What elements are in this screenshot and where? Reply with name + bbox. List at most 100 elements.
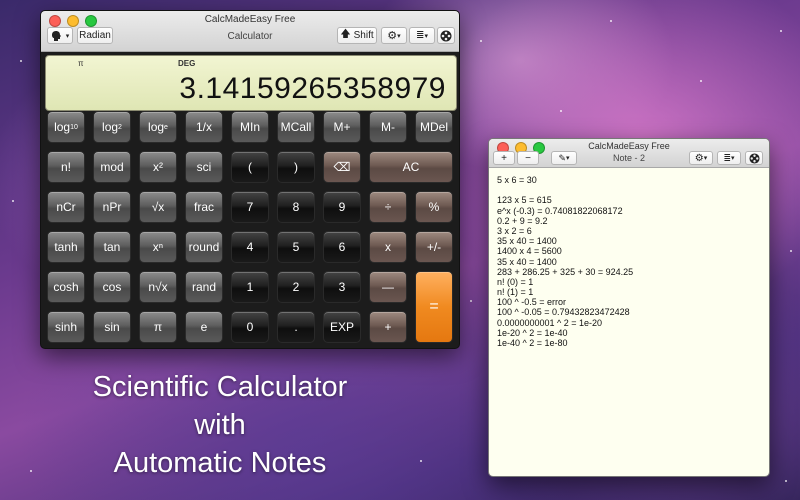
sqrt-key[interactable]: √x	[139, 191, 177, 223]
note-line: 1400 x 4 = 5600	[497, 246, 562, 257]
ncr-key[interactable]: nCr	[47, 191, 85, 223]
list-menu-button[interactable]: ≣ ▾	[409, 27, 435, 44]
exp-key[interactable]: EXP	[323, 311, 361, 343]
promo-caption: Scientific Calculator with Automatic Not…	[40, 368, 400, 482]
npr-key[interactable]: nPr	[93, 191, 131, 223]
loge-key[interactable]: logeloge	[139, 111, 177, 143]
star	[480, 40, 482, 42]
note-line	[497, 185, 763, 195]
digit-7-key[interactable]: 7	[231, 191, 269, 223]
sinh-key[interactable]: sinh	[47, 311, 85, 343]
subtract-key[interactable]: —	[369, 271, 407, 303]
star	[700, 80, 702, 82]
multiply-key[interactable]: x	[369, 231, 407, 263]
note-line: n! (1) = 1	[497, 287, 534, 298]
sci-key[interactable]: sci	[185, 151, 223, 183]
divide-key[interactable]: ÷	[369, 191, 407, 223]
digit-9-key[interactable]: 9	[323, 191, 361, 223]
star	[20, 60, 22, 62]
memory-plus-key[interactable]: M+	[323, 111, 361, 143]
note-line: 35 x 40 = 1400	[497, 236, 557, 247]
window-title: CalcMadeEasy Free	[588, 141, 670, 151]
percent-key[interactable]: %	[415, 191, 453, 223]
digit-6-key[interactable]: 6	[323, 231, 361, 263]
decimal-key[interactable]: .	[277, 311, 315, 343]
digit-3-key[interactable]: 3	[323, 271, 361, 303]
digit-1-key[interactable]: 1	[231, 271, 269, 303]
mod-key[interactable]: mod	[93, 151, 131, 183]
star	[12, 200, 14, 202]
film-reel-icon	[440, 30, 452, 41]
backspace-icon: ⌫	[333, 160, 351, 174]
digit-8-key[interactable]: 8	[277, 191, 315, 223]
star	[610, 20, 612, 22]
all-clear-key[interactable]: AC	[369, 151, 453, 183]
note-line: 1e-40 ^ 2 = 1e-80	[497, 338, 568, 348]
tan-key[interactable]: tan	[93, 231, 131, 263]
list-icon: ≣	[723, 152, 732, 163]
note-line: 100 ^ -0.05 = 0.79432823472428	[497, 307, 630, 318]
reciprocal-key[interactable]: 1/x	[185, 111, 223, 143]
star	[780, 30, 782, 32]
e-key[interactable]: e	[185, 311, 223, 343]
chevron-down-icon: ▾	[731, 155, 735, 162]
note-titlebar: CalcMadeEasy Free + − ✎ ▾ Note - 2 ⚙ ▾ ≣…	[489, 139, 769, 168]
sin-key[interactable]: sin	[93, 311, 131, 343]
factorial-key[interactable]: n!	[47, 151, 85, 183]
film-reel-button[interactable]	[745, 151, 763, 165]
settings-button[interactable]: ⚙ ▾	[689, 151, 713, 165]
note-line: 1e-20 ^ 2 = 1e-40	[497, 327, 568, 338]
memory-minus-key[interactable]: M-	[369, 111, 407, 143]
log2-key[interactable]: log2log2	[93, 111, 131, 143]
display-value: 3.14159265358979	[179, 72, 446, 105]
negate-key[interactable]: +/-	[415, 231, 453, 263]
calculator-toolbar: ▾ Radian Calculator 🡅 Shift ⚙ ▾ ≣ ▾	[41, 24, 459, 50]
digit-0-key[interactable]: 0	[231, 311, 269, 343]
memory-call-key[interactable]: MCall	[277, 111, 315, 143]
log10-key[interactable]: log10log10	[47, 111, 85, 143]
square-key[interactable]: x²	[139, 151, 177, 183]
shift-label: Shift	[353, 30, 374, 41]
cosh-key[interactable]: cosh	[47, 271, 85, 303]
angle-mode-indicator: DEG	[178, 59, 196, 68]
film-reel-button[interactable]	[437, 27, 455, 44]
equals-key[interactable]: =	[415, 271, 453, 343]
add-key[interactable]: +	[369, 311, 407, 343]
digit-5-key[interactable]: 5	[277, 231, 315, 263]
star	[790, 250, 792, 252]
tanh-key[interactable]: tanh	[47, 231, 85, 263]
calculator-window: CalcMadeEasy Free ▾ Radian Calculator 🡅 …	[40, 10, 460, 349]
open-paren-key[interactable]: (	[231, 151, 269, 183]
note-line: 0.0000000001 ^ 2 = 1e-20	[497, 317, 603, 328]
frac-key[interactable]: frac	[185, 191, 223, 223]
note-text-area[interactable]: 5 x 6 = 30 123 x 5 = 615 e^x (-0.3) = 0.…	[497, 175, 763, 348]
digit-4-key[interactable]: 4	[231, 231, 269, 263]
note-line: 100 ^ -0.5 = error	[497, 297, 567, 308]
note-window: CalcMadeEasy Free + − ✎ ▾ Note - 2 ⚙ ▾ ≣…	[488, 138, 770, 477]
backspace-key[interactable]: ⌫	[323, 151, 361, 183]
power-key[interactable]: xⁿ	[139, 231, 177, 263]
memory-delete-key[interactable]: MDel	[415, 111, 453, 143]
star	[785, 480, 787, 482]
gear-icon: ⚙	[694, 152, 704, 164]
digit-2-key[interactable]: 2	[277, 271, 315, 303]
pi-indicator: π	[78, 59, 84, 68]
list-menu-button[interactable]: ≣ ▾	[717, 151, 741, 165]
close-paren-key[interactable]: )	[277, 151, 315, 183]
caption-line: with	[194, 409, 246, 441]
shift-button[interactable]: 🡅 Shift	[337, 27, 377, 44]
star	[420, 460, 422, 462]
caption-line: Automatic Notes	[113, 447, 327, 479]
memory-in-key[interactable]: MIn	[231, 111, 269, 143]
note-line: 35 x 40 = 1400	[497, 256, 557, 267]
star	[560, 110, 562, 112]
note-line: n! (0) = 1	[497, 276, 534, 287]
pi-key[interactable]: π	[139, 311, 177, 343]
cos-key[interactable]: cos	[93, 271, 131, 303]
note-line: 0.2 + 9 = 9.2	[497, 215, 548, 226]
settings-button[interactable]: ⚙ ▾	[381, 27, 407, 44]
nth-root-key[interactable]: n√x	[139, 271, 177, 303]
round-key[interactable]: round	[185, 231, 223, 263]
rand-key[interactable]: rand	[185, 271, 223, 303]
up-arrow-icon: 🡅	[340, 29, 351, 40]
